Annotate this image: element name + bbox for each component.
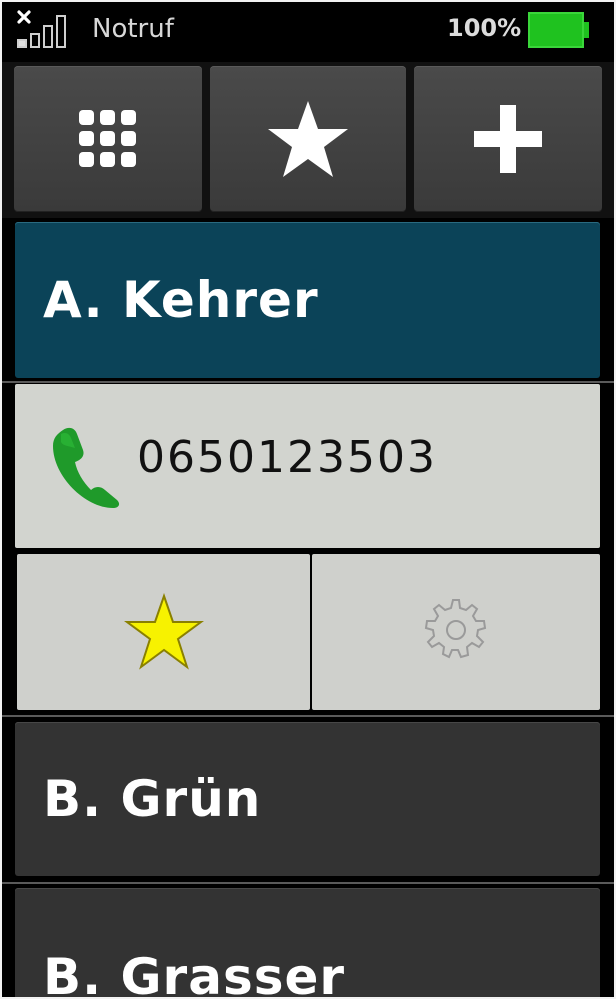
carrier-label: Notruf [92,14,174,44]
favorite-button[interactable] [17,554,310,710]
contact-item[interactable]: B. Grasser [15,888,600,999]
phone-number: 0650123503 [137,432,437,483]
star-icon [123,593,204,670]
phone-screen: Notruf 100% A. Kehrer 0650123503 B. Grün… [0,0,616,999]
toolbar [0,62,616,218]
star-icon [268,101,348,177]
contact-name: B. Grün [43,770,262,828]
contact-item[interactable]: B. Grün [15,722,600,876]
dialpad-icon [79,110,136,167]
contact-item-selected[interactable]: A. Kehrer [15,222,600,378]
gear-icon [424,599,487,659]
call-number-button[interactable]: 0650123503 [15,384,600,548]
settings-button[interactable] [312,554,600,710]
contact-name: B. Grasser [43,948,346,999]
battery-icon [528,12,589,48]
add-contact-button[interactable] [414,66,602,212]
favorites-button[interactable] [210,66,406,212]
status-bar: Notruf 100% [0,0,616,62]
signal-bars-icon [17,10,66,48]
battery-percent: 100% [447,14,522,42]
divider [0,715,616,717]
phone-icon [53,427,120,508]
divider [0,882,616,884]
contact-details: 0650123503 [15,384,600,710]
dialpad-button[interactable] [14,66,202,212]
plus-icon [474,105,542,173]
contact-name: A. Kehrer [43,271,319,329]
divider [0,381,616,383]
